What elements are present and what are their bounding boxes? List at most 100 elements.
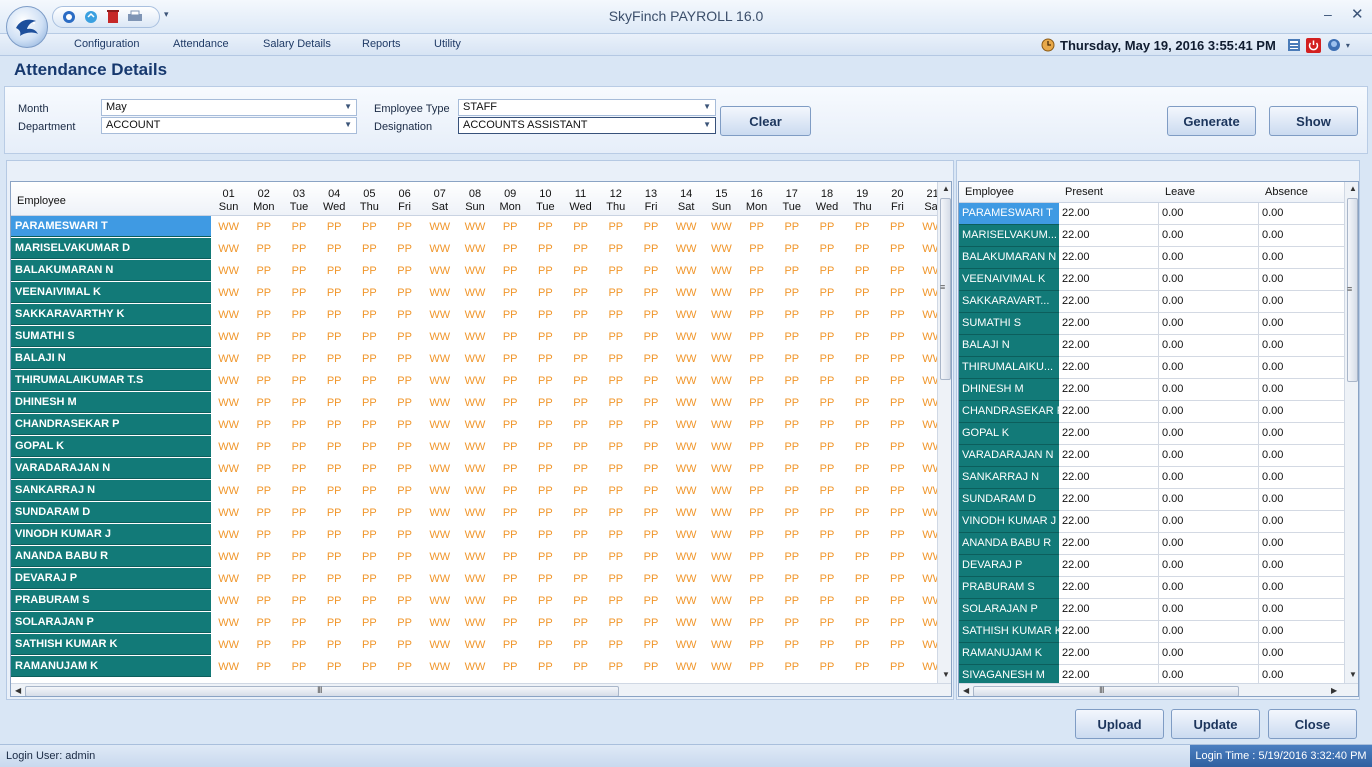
attendance-code-cell[interactable]: WW — [704, 370, 739, 392]
attendance-code-cell[interactable]: PP — [598, 304, 633, 326]
attendance-code-cell[interactable]: PP — [845, 326, 880, 348]
attendance-code-cell[interactable]: PP — [246, 458, 281, 480]
show-button[interactable]: Show — [1269, 106, 1358, 136]
employee-name-cell[interactable]: VINODH KUMAR J — [11, 524, 211, 545]
attendance-code-cell[interactable]: PP — [352, 546, 387, 568]
present-cell[interactable]: 22.00 — [1059, 555, 1159, 577]
attendance-code-cell[interactable]: WW — [669, 282, 704, 304]
leave-cell[interactable]: 0.00 — [1159, 269, 1259, 291]
attendance-code-cell[interactable]: WW — [211, 524, 246, 546]
attendance-code-cell[interactable]: PP — [739, 392, 774, 414]
attendance-code-cell[interactable]: PP — [563, 392, 598, 414]
attendance-code-cell[interactable]: PP — [633, 634, 668, 656]
attendance-code-cell[interactable]: WW — [457, 524, 492, 546]
attendance-code-cell[interactable]: PP — [246, 436, 281, 458]
attendance-code-cell[interactable]: PP — [633, 546, 668, 568]
table-row[interactable]: VARADARAJAN N WW PP PP PP PP PP WW WW PP PP PP PP PP W… — [11, 458, 943, 480]
attendance-code-cell[interactable]: PP — [387, 326, 422, 348]
attendance-code-cell[interactable]: WW — [669, 326, 704, 348]
table-row[interactable]: SANKARRAJ N WW PP PP PP PP PP WW WW PP PP PP PP PP WW W… — [11, 480, 943, 502]
attendance-code-cell[interactable]: PP — [528, 216, 563, 238]
employee-name-cell[interactable]: MARISELVAKUM... — [959, 225, 1059, 247]
scroll-right-icon[interactable]: ▶ — [1331, 686, 1337, 695]
attendance-code-cell[interactable]: PP — [352, 634, 387, 656]
attendance-code-cell[interactable]: PP — [880, 502, 915, 524]
attendance-code-cell[interactable]: PP — [563, 326, 598, 348]
absence-cell[interactable]: 0.00 — [1259, 269, 1345, 291]
attendance-code-cell[interactable]: PP — [598, 238, 633, 260]
attendance-code-cell[interactable]: PP — [246, 524, 281, 546]
attendance-code-cell[interactable]: PP — [352, 612, 387, 634]
attendance-code-cell[interactable]: PP — [845, 568, 880, 590]
attendance-code-cell[interactable]: WW — [704, 326, 739, 348]
attendance-code-cell[interactable]: PP — [493, 656, 528, 678]
attendance-code-cell[interactable]: PP — [387, 216, 422, 238]
attendance-code-cell[interactable]: PP — [633, 260, 668, 282]
leave-cell[interactable]: 0.00 — [1159, 357, 1259, 379]
attendance-code-cell[interactable]: PP — [281, 568, 316, 590]
attendance-code-cell[interactable]: PP — [281, 282, 316, 304]
attendance-code-cell[interactable]: PP — [880, 260, 915, 282]
attendance-code-cell[interactable]: PP — [563, 656, 598, 678]
attendance-code-cell[interactable]: WW — [669, 458, 704, 480]
table-row[interactable]: DEVARAJ P WW PP PP PP PP PP WW WW PP PP PP PP PP WW WW P… — [11, 568, 943, 590]
attendance-code-cell[interactable]: PP — [809, 260, 844, 282]
attendance-code-cell[interactable]: PP — [598, 436, 633, 458]
employee-name-cell[interactable]: VEENAIVIMAL K — [959, 269, 1059, 291]
attendance-code-cell[interactable]: PP — [387, 436, 422, 458]
attendance-code-cell[interactable]: PP — [633, 436, 668, 458]
attendance-code-cell[interactable]: PP — [281, 546, 316, 568]
attendance-code-cell[interactable]: PP — [246, 414, 281, 436]
attendance-code-cell[interactable]: PP — [598, 656, 633, 678]
employee-name-cell[interactable]: MARISELVAKUMAR D — [11, 238, 211, 259]
attendance-code-cell[interactable]: PP — [809, 216, 844, 238]
employee-name-cell[interactable]: SAKKARAVART... — [959, 291, 1059, 313]
attendance-code-cell[interactable]: PP — [563, 634, 598, 656]
attendance-code-cell[interactable]: PP — [563, 546, 598, 568]
attendance-code-cell[interactable]: PP — [493, 370, 528, 392]
attendance-code-cell[interactable]: PP — [598, 282, 633, 304]
attendance-code-cell[interactable]: PP — [880, 326, 915, 348]
attendance-code-cell[interactable]: PP — [281, 436, 316, 458]
attendance-code-cell[interactable]: PP — [317, 348, 352, 370]
power-icon[interactable] — [1306, 37, 1322, 53]
attendance-code-cell[interactable]: PP — [387, 414, 422, 436]
attendance-code-cell[interactable]: PP — [739, 590, 774, 612]
attendance-code-cell[interactable]: PP — [281, 238, 316, 260]
attendance-code-cell[interactable]: PP — [739, 348, 774, 370]
attendance-code-cell[interactable]: PP — [563, 282, 598, 304]
attendance-code-cell[interactable]: PP — [809, 348, 844, 370]
table-row[interactable]: CHANDRASEKAR P WW PP PP PP PP PP WW WW PP PP PP PP PP… — [11, 414, 943, 436]
attendance-code-cell[interactable]: PP — [774, 216, 809, 238]
attendance-code-cell[interactable]: PP — [880, 370, 915, 392]
employee-name-cell[interactable]: CHANDRASEKAR P — [959, 401, 1059, 423]
attendance-code-cell[interactable]: PP — [352, 436, 387, 458]
leave-cell[interactable]: 0.00 — [1159, 423, 1259, 445]
attendance-code-cell[interactable]: PP — [774, 546, 809, 568]
absence-cell[interactable]: 0.00 — [1259, 203, 1345, 225]
attendance-code-cell[interactable]: WW — [457, 370, 492, 392]
attendance-vertical-scrollbar[interactable]: ▲ ≡ ▼ — [937, 182, 951, 683]
table-row[interactable]: MARISELVAKUMAR D WW PP PP PP PP PP WW WW PP PP PP PP… — [11, 238, 943, 260]
options-dropdown-icon[interactable]: ▾ — [1346, 41, 1350, 50]
generate-button[interactable]: Generate — [1167, 106, 1256, 136]
attendance-code-cell[interactable]: WW — [422, 502, 457, 524]
attendance-code-cell[interactable]: WW — [211, 304, 246, 326]
leave-cell[interactable]: 0.00 — [1159, 511, 1259, 533]
attendance-code-cell[interactable]: PP — [633, 370, 668, 392]
leave-cell[interactable]: 0.00 — [1159, 643, 1259, 665]
table-row[interactable]: BALAJI N 22.00 0.00 0.00 — [959, 335, 1345, 357]
attendance-code-cell[interactable]: PP — [774, 326, 809, 348]
attendance-code-cell[interactable]: PP — [352, 414, 387, 436]
absence-cell[interactable]: 0.00 — [1259, 577, 1345, 599]
attendance-code-cell[interactable]: WW — [211, 370, 246, 392]
attendance-code-cell[interactable]: WW — [457, 304, 492, 326]
attendance-code-cell[interactable]: PP — [246, 304, 281, 326]
attendance-code-cell[interactable]: WW — [211, 238, 246, 260]
attendance-code-cell[interactable]: PP — [281, 326, 316, 348]
chevron-down-icon[interactable]: ▼ — [703, 102, 711, 111]
leave-cell[interactable]: 0.00 — [1159, 555, 1259, 577]
attendance-code-cell[interactable]: WW — [704, 568, 739, 590]
attendance-code-cell[interactable]: PP — [352, 568, 387, 590]
employee-name-cell[interactable]: RAMANUJAM K — [11, 656, 211, 677]
